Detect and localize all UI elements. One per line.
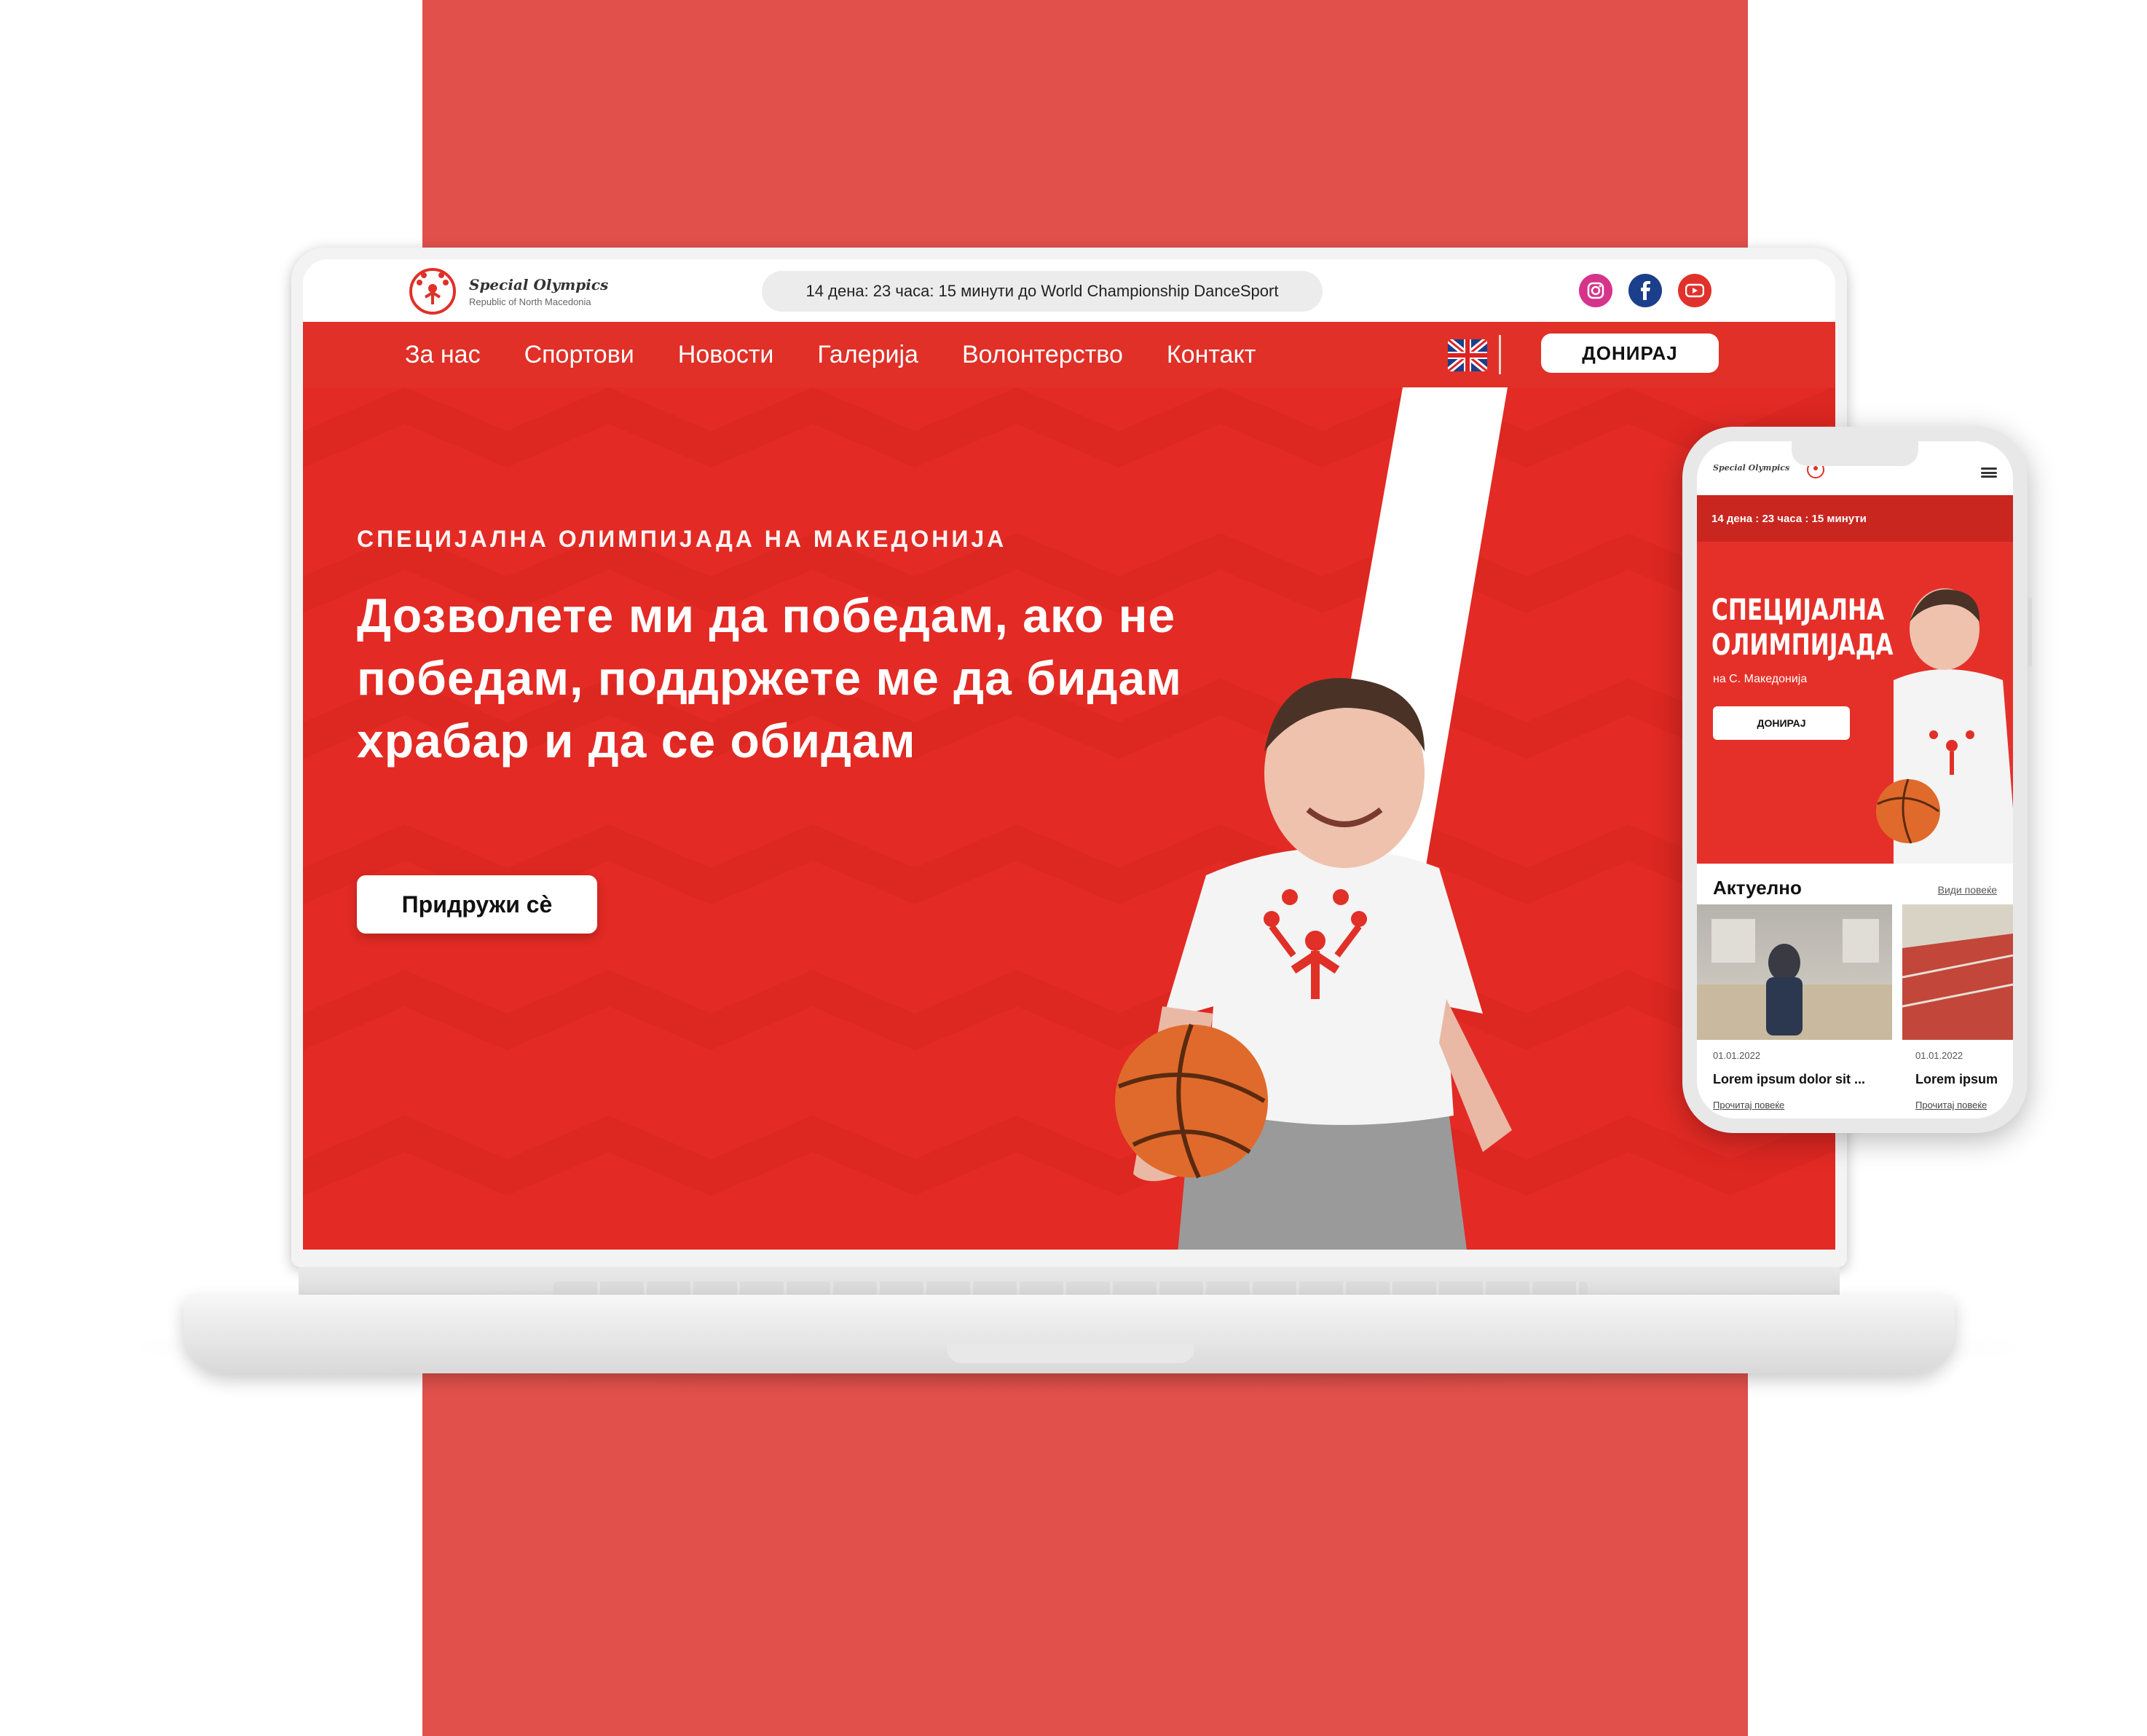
phone-logo-title: Special Olympics xyxy=(1713,463,1790,473)
news-card-date: 01.01.2022 xyxy=(1713,1050,1761,1061)
nav-item-volunteering[interactable]: Волонтерство xyxy=(962,341,1123,369)
phone-hero-title: СПЕЦИЈАЛНА ОЛИМПИЈАДА xyxy=(1711,593,1894,662)
donate-button[interactable]: ДОНИРАЈ xyxy=(1541,334,1719,373)
news-card-date: 01.01.2022 xyxy=(1915,1050,1963,1061)
laptop-notch xyxy=(947,1344,1194,1363)
nav-item-news[interactable]: Новости xyxy=(678,341,774,369)
social-links xyxy=(1579,274,1711,307)
main-navigation: За нас Спортови Новости Галерија Волонте… xyxy=(303,322,1835,387)
news-card-read-more[interactable]: Прочитај повеќе xyxy=(1713,1100,1784,1110)
hero-headline: Дозволете ми да победам, ако не победам,… xyxy=(357,588,1182,768)
join-button[interactable]: Придружи сѐ xyxy=(357,875,597,934)
special-olympics-logo-icon xyxy=(409,268,456,315)
logo-title: Special Olympics xyxy=(469,275,609,293)
phone-countdown: 14 дена : 23 часа : 15 минути xyxy=(1697,495,2013,542)
news-card-title[interactable]: Lorem ipsum dolor sit ... xyxy=(1713,1072,1865,1087)
nav-item-sports[interactable]: Спортови xyxy=(524,341,634,369)
news-card-image[interactable] xyxy=(1902,904,2013,1040)
phone-screen: Special Olympics 14 дена : 23 часа : 15 … xyxy=(1697,441,2013,1118)
hero-athlete-image xyxy=(1115,678,1512,1250)
phone-donate-button[interactable]: ДОНИРАЈ xyxy=(1713,706,1850,740)
nav-item-contact[interactable]: Контакт xyxy=(1167,341,1256,369)
news-card-image[interactable] xyxy=(1697,904,1892,1040)
nav-divider xyxy=(1499,335,1501,374)
nav-item-about[interactable]: За нас xyxy=(405,341,481,369)
facebook-icon[interactable] xyxy=(1628,274,1662,307)
countdown-banner: 14 дена: 23 часа: 15 минути до World Cha… xyxy=(762,271,1323,312)
phone-frame: Special Olympics 14 дена : 23 часа : 15 … xyxy=(1682,427,2028,1133)
hero-eyebrow: СПЕЦИЈАЛНА ОЛИМПИЈАДА НА МАКЕДОНИЈА xyxy=(357,526,1007,552)
phone-news-heading: Актуелно xyxy=(1713,877,1802,899)
hamburger-menu-icon[interactable] xyxy=(1981,467,1997,478)
nav-item-gallery[interactable]: Галерија xyxy=(817,341,918,369)
site-topbar: Special Olympics Republic of North Maced… xyxy=(303,259,1835,323)
phone-notch xyxy=(1792,441,1918,466)
laptop-screen: Special Olympics Republic of North Maced… xyxy=(303,259,1835,1250)
phone-hero-subtitle: на С. Македонија xyxy=(1713,673,1808,685)
youtube-icon[interactable] xyxy=(1678,274,1711,307)
uk-flag-icon[interactable] xyxy=(1448,339,1487,371)
news-card-title[interactable]: Lorem ipsum xyxy=(1915,1072,1998,1087)
logo-subtitle: Republic of North Macedonia xyxy=(469,296,591,307)
phone-side-button xyxy=(2028,597,2032,667)
news-card-read-more[interactable]: Прочитај повеќе xyxy=(1915,1100,1987,1110)
phone-news-more-link[interactable]: Види повеќе xyxy=(1938,884,1997,896)
instagram-icon[interactable] xyxy=(1579,274,1612,307)
nav-items: За нас Спортови Новости Галерија Волонте… xyxy=(405,322,1256,387)
hero-section: СПЕЦИЈАЛНА ОЛИМПИЈАДА НА МАКЕДОНИЈА Дозв… xyxy=(303,387,1835,1250)
phone-hero: СПЕЦИЈАЛНА ОЛИМПИЈАДА на С. Македонија Д… xyxy=(1697,542,2013,864)
site-logo[interactable]: Special Olympics Republic of North Maced… xyxy=(409,268,608,315)
